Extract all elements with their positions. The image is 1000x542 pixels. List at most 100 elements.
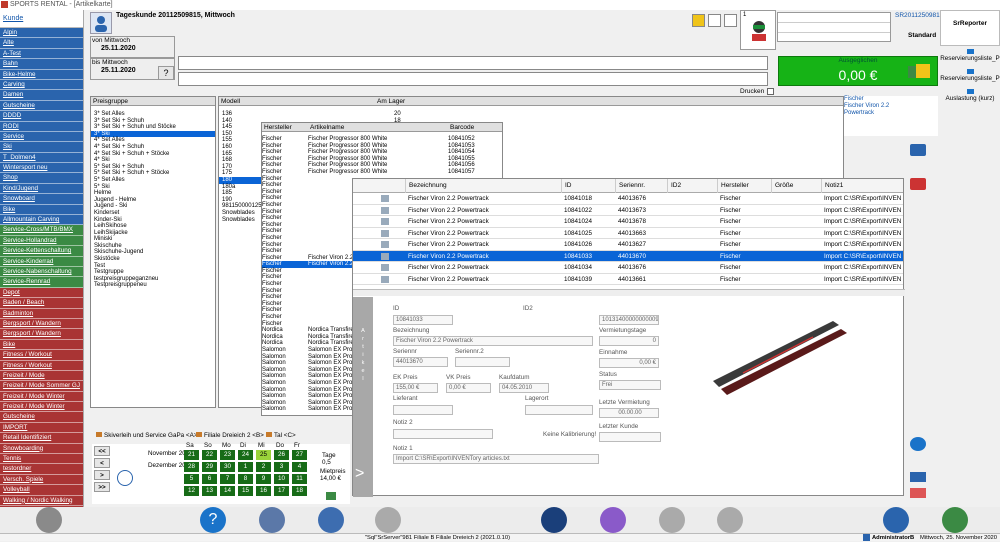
calendar-nav-button[interactable]: < [94, 458, 110, 468]
calendar-day[interactable]: 23 [220, 450, 235, 460]
sidebar-item[interactable]: Badminton [0, 308, 83, 319]
sidebar-item[interactable]: Walking / Nordic Walking [0, 495, 83, 506]
hersteller-row[interactable]: Fischer Fischer Progressor 800 White 10841… [262, 149, 502, 156]
hersteller-row[interactable]: Fischer Fischer Progressor 800 White 10841… [262, 169, 502, 176]
sidebar-item[interactable]: DDDD [0, 111, 83, 122]
sn2-field[interactable] [455, 357, 510, 367]
sidebar-item[interactable]: Depot [0, 287, 83, 299]
calendar-day[interactable]: 7 [220, 474, 235, 484]
sidebar-item[interactable]: Fitness / Workout [0, 350, 83, 361]
row-handle-icon[interactable] [381, 275, 389, 283]
calendar-day[interactable]: 25 [256, 450, 271, 460]
cash-icon[interactable] [942, 507, 968, 533]
add-group-icon[interactable] [600, 507, 626, 533]
sidebar-header-kunde[interactable]: Kunde [0, 10, 83, 28]
lv-field[interactable]: 00.00.00 [599, 408, 659, 418]
calendar-day[interactable]: 18 [292, 486, 307, 496]
export-icon[interactable] [708, 14, 721, 27]
sidebar-item[interactable]: Damen [0, 90, 83, 101]
preisgruppe-row[interactable]: 4* Set Ski + Schuh [91, 144, 215, 151]
sidebar-item[interactable]: Wintersport neu [0, 163, 83, 174]
calendar-day[interactable]: 11 [292, 474, 307, 484]
modell-row[interactable]: 160 [219, 144, 261, 151]
grid-row[interactable]: Fischer Viron 2.2 Powertrack 10841025 4401… [353, 228, 903, 239]
calendar-day[interactable]: 4 [292, 462, 307, 472]
sidebar-item[interactable]: Versch. Spiele [0, 474, 83, 486]
hersteller-row[interactable]: Fischer Fischer Progressor 800 White 10841… [262, 143, 502, 150]
notiz2-field[interactable] [393, 429, 493, 439]
preisgruppe-row[interactable]: 4* Ski [91, 157, 215, 164]
row-handle-icon[interactable] [381, 195, 389, 202]
preisgruppe-row[interactable]: LeihSkijacke [91, 230, 215, 237]
clock-icon[interactable] [117, 470, 133, 486]
preisgruppe-row[interactable]: 5* Set Alles [91, 177, 215, 184]
calendar-day[interactable]: 6 [202, 474, 217, 484]
calendar-day[interactable]: 21 [184, 450, 199, 460]
sidebar-item[interactable]: Freizeit / Mode Winter [0, 391, 83, 403]
preisgruppe-row[interactable]: 3* Ski [91, 130, 215, 138]
location-tab[interactable]: Filiale Dreieich 2 <B> [196, 432, 264, 439]
mail-icon[interactable] [910, 488, 926, 498]
calendar-day[interactable]: 27 [292, 450, 307, 460]
kauf-field[interactable]: 04.05.2010 [499, 383, 549, 393]
hersteller-row[interactable]: Fischer Fischer Progressor 800 White 10841… [262, 156, 502, 163]
document-icon[interactable] [724, 14, 737, 27]
sidebar-item[interactable]: Bergsport / Wandern [0, 329, 83, 340]
preisgruppe-row[interactable]: Jugend - Ski [91, 203, 215, 210]
calendar-day[interactable]: 26 [274, 450, 289, 460]
modell-row[interactable]: 190 [219, 197, 261, 204]
help-button[interactable]: ? [158, 66, 174, 80]
sidebar-item[interactable]: Bike-Helme [0, 69, 83, 80]
row-handle-icon[interactable] [381, 206, 389, 214]
search-icon[interactable] [318, 507, 344, 533]
sidebar-item[interactable]: Bahn [0, 59, 83, 70]
sidebar-item[interactable]: Retail Identifiziert [0, 433, 83, 444]
transfer-icon[interactable] [910, 472, 926, 482]
preisgruppe-row[interactable]: Skischuhe [91, 243, 215, 250]
vtage-field[interactable]: 0 [599, 336, 659, 346]
print-button-icon[interactable] [883, 507, 909, 533]
sidebar-item[interactable]: Service-Rennrad [0, 277, 83, 288]
id2-field[interactable]: 1013140000000000921 [599, 315, 659, 325]
sidebar-item[interactable]: Kind/Jugend [0, 183, 83, 195]
grid-col-header[interactable]: ID [561, 179, 572, 193]
calendar-day[interactable]: 30 [220, 462, 235, 472]
sidebar-item[interactable]: Bergsport / Wandern [0, 318, 83, 330]
preisgruppe-row[interactable]: Testgruppe [91, 269, 215, 276]
von-date[interactable]: 25.11.2020 [101, 45, 136, 52]
preisgruppe-row[interactable]: Testpreisgruppeneu [91, 282, 215, 289]
preisgruppe-row[interactable]: Test [91, 263, 215, 270]
bis-date[interactable]: 25.11.2020 [101, 67, 136, 74]
bez-field[interactable]: Fischer Viron 2.2 Powertrack [393, 336, 593, 346]
modell-row[interactable]: 170 [219, 164, 261, 171]
expand-arrow-icon[interactable]: > [355, 465, 364, 483]
modell-row[interactable]: Snowblades [219, 210, 261, 217]
calendar-day[interactable]: 24 [238, 450, 253, 460]
back-button[interactable] [36, 507, 62, 533]
preisgruppe-row[interactable]: 5* Ski [91, 184, 215, 191]
location-tab[interactable]: Tal <C> [266, 432, 296, 439]
preisgruppe-row[interactable]: LeihSkihose [91, 223, 215, 230]
preisgruppe-row[interactable]: Kinderset [91, 210, 215, 217]
preisgruppe-list[interactable]: Preisgruppe 3* Set Alles 3* Set Ski + Sch… [90, 96, 216, 408]
preisgruppe-row[interactable]: Skistöcke [91, 256, 215, 263]
sidebar-item[interactable]: IMPORT [0, 422, 83, 434]
modell-row[interactable]: 180a [219, 184, 261, 191]
sidebar-item[interactable]: Fitness / Workout [0, 360, 83, 371]
calendar-icon[interactable] [375, 507, 401, 533]
calendar-day[interactable]: 5 [184, 474, 199, 484]
calendar-day[interactable]: 1 [238, 462, 253, 472]
hersteller-row[interactable]: Fischer Fischer Progressor 800 White 10841… [262, 136, 502, 143]
delete-icon[interactable] [717, 507, 743, 533]
calendar-day[interactable]: 22 [202, 450, 217, 460]
tag-icon[interactable] [910, 178, 926, 190]
ein-field[interactable]: 0,00 € [599, 358, 659, 368]
lk-field[interactable] [599, 432, 661, 442]
modell-row[interactable]: 145 [219, 124, 261, 131]
grid-row[interactable]: Fischer Viron 2.2 Powertrack 10841034 4401… [353, 262, 903, 274]
sidebar-item[interactable]: Service-Hollandrad [0, 235, 83, 247]
lief-select[interactable] [393, 405, 453, 415]
preisgruppe-row[interactable]: Jugend - Helme [91, 197, 215, 204]
sidebar-item[interactable]: Gutscheine [0, 100, 83, 112]
modell-row[interactable]: 168 [219, 157, 261, 164]
